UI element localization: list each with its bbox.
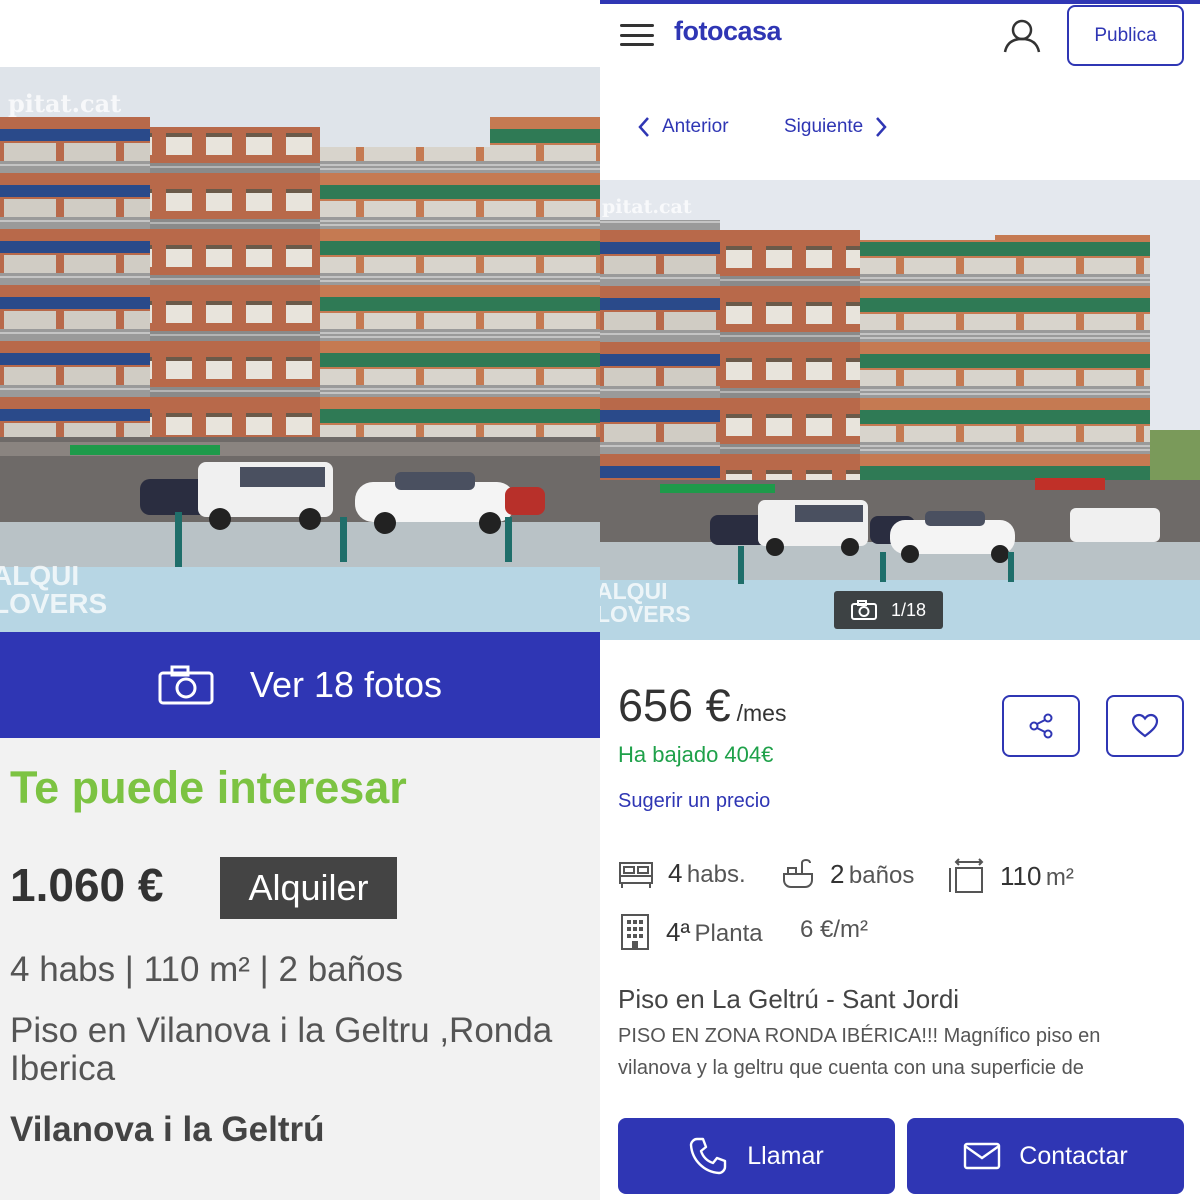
listing-photo[interactable]: pitat.cat ALQUI LOVERS bbox=[0, 67, 600, 632]
contact-label: Contactar bbox=[1019, 1141, 1128, 1170]
view-photos-button[interactable]: Ver 18 fotos bbox=[0, 632, 600, 738]
listing-address[interactable]: Piso en Vilanova i la Geltru ,Ronda Iber… bbox=[10, 1012, 600, 1088]
operation-badge: Alquiler bbox=[220, 857, 397, 919]
building-photo-image bbox=[0, 67, 600, 632]
publish-button[interactable]: Publica bbox=[1067, 5, 1184, 66]
area-unit: m² bbox=[1045, 863, 1074, 891]
price-drop: Ha bajado 404€ bbox=[618, 742, 774, 767]
camera-icon bbox=[850, 600, 877, 620]
price-per-m2: 6 €/m² bbox=[800, 916, 868, 944]
previous-listing-link[interactable]: Anterior bbox=[638, 116, 729, 138]
bed-icon bbox=[619, 861, 653, 888]
listing-price: 656 €/mes bbox=[618, 680, 786, 732]
building-icon bbox=[621, 914, 649, 950]
photo-counter[interactable]: 1/18 bbox=[834, 591, 943, 629]
baths-unit: baños bbox=[848, 861, 915, 889]
right-listing-panel: fotocasa Publica Anterior Siguiente pita… bbox=[600, 0, 1200, 1200]
user-icon[interactable] bbox=[1002, 18, 1042, 54]
previous-label: Anterior bbox=[662, 116, 729, 137]
top-accent-bar bbox=[600, 0, 1200, 4]
photo-watermark-bottom: ALQUI LOVERS bbox=[0, 562, 107, 618]
watermark-line-1: ALQUI bbox=[600, 578, 668, 604]
next-label: Siguiente bbox=[784, 116, 864, 137]
photo-watermark-top: pitat.cat bbox=[602, 196, 692, 218]
share-icon bbox=[1029, 713, 1053, 739]
photo-watermark-bottom: ALQUI LOVERS bbox=[600, 580, 691, 626]
property-type: Piso en La Geltrú - Sant Jordi bbox=[618, 984, 960, 1014]
price-period: /mes bbox=[736, 700, 787, 726]
view-photos-label: Ver 18 fotos bbox=[249, 664, 443, 705]
section-heading: Te puede interesar bbox=[10, 762, 407, 813]
area-value: 110 bbox=[1000, 860, 1042, 891]
listing-features: 4 habs | 110 m² | 2 baños bbox=[10, 950, 404, 989]
call-button[interactable]: Llamar bbox=[618, 1118, 895, 1194]
camera-icon bbox=[158, 665, 214, 705]
floor-value: 4ª bbox=[666, 916, 691, 947]
brand-logo[interactable]: fotocasa bbox=[674, 16, 782, 47]
chevron-left-icon bbox=[638, 117, 649, 137]
heart-icon bbox=[1131, 713, 1159, 738]
listing-price: 1.060 € bbox=[10, 859, 164, 911]
photo-watermark-top: pitat.cat bbox=[8, 89, 122, 118]
floor-unit: Planta bbox=[694, 919, 763, 947]
phone-icon bbox=[690, 1137, 727, 1175]
left-listing-panel: pitat.cat ALQUI LOVERS Ver 18 fotos Te p… bbox=[0, 0, 600, 1200]
area-icon bbox=[949, 858, 984, 893]
suggest-price-link[interactable]: Sugerir un precio bbox=[618, 790, 770, 813]
contact-button[interactable]: Contactar bbox=[907, 1118, 1184, 1194]
chevron-right-icon bbox=[876, 117, 887, 137]
top-blank-area bbox=[0, 0, 600, 67]
property-description: PISO EN ZONA RONDA IBÉRICA!!! Magnífico … bbox=[618, 1025, 1101, 1079]
watermark-line-1: ALQUI bbox=[0, 560, 80, 591]
area-feature: 110 m² bbox=[948, 858, 1074, 894]
favorite-button[interactable] bbox=[1106, 695, 1184, 757]
rooms-value: 4 bbox=[668, 858, 683, 888]
building-photo-image bbox=[600, 180, 1200, 640]
baths-feature: 2 baños bbox=[780, 858, 914, 890]
price-per-m2-value: 6 €/m² bbox=[800, 916, 869, 943]
listing-city: Vilanova i la Geltrú bbox=[10, 1110, 325, 1149]
photo-counter-label: 1/18 bbox=[890, 599, 927, 620]
rooms-unit: habs. bbox=[686, 861, 746, 888]
watermark-line-2: LOVERS bbox=[0, 588, 108, 619]
price-amount: 656 € bbox=[618, 680, 731, 731]
bathtub-icon bbox=[783, 858, 813, 888]
floor-feature: 4ª Planta bbox=[618, 913, 763, 951]
next-listing-link[interactable]: Siguiente bbox=[784, 116, 887, 138]
call-label: Llamar bbox=[747, 1141, 824, 1170]
watermark-line-2: LOVERS bbox=[600, 601, 691, 627]
hamburger-menu-icon[interactable] bbox=[620, 24, 654, 46]
envelope-icon bbox=[964, 1142, 1001, 1170]
baths-value: 2 bbox=[830, 858, 845, 889]
listing-photo[interactable]: pitat.cat ALQUI LOVERS bbox=[600, 180, 1200, 640]
share-button[interactable] bbox=[1002, 695, 1080, 757]
rooms-feature: 4 habs. bbox=[618, 858, 746, 889]
